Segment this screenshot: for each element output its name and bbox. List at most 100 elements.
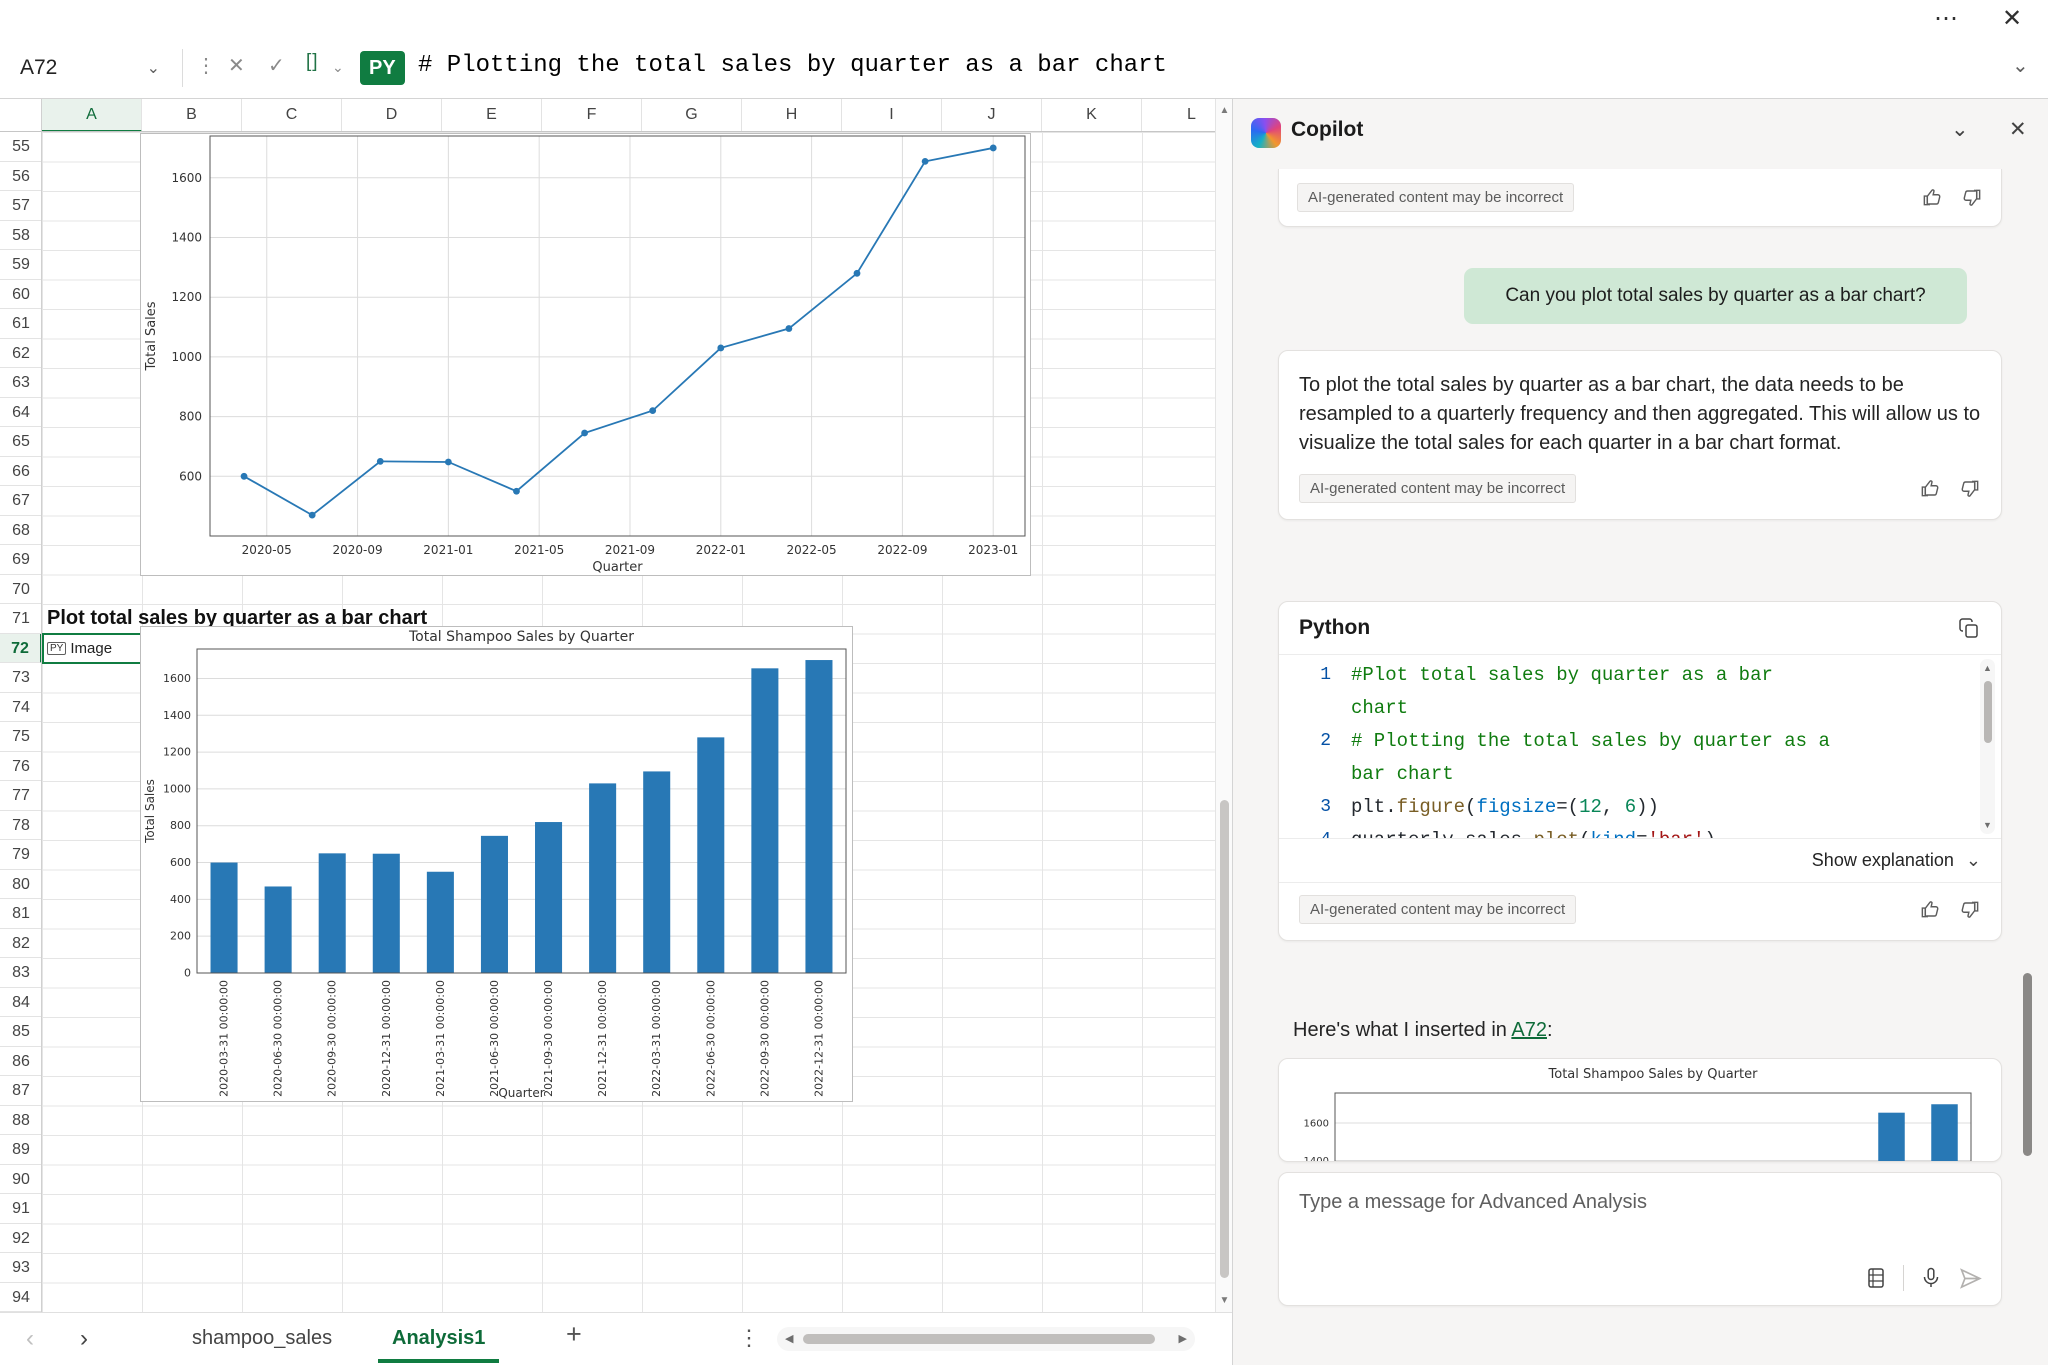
- row-header[interactable]: 56: [0, 162, 42, 192]
- code-viewport[interactable]: 1#Plot total sales by quarter as a bar c…: [1279, 655, 2001, 838]
- row-header[interactable]: 71: [0, 604, 42, 634]
- row-header[interactable]: 61: [0, 309, 42, 339]
- sheet-nav-left-icon[interactable]: ‹: [26, 1325, 34, 1353]
- select-all-corner[interactable]: [0, 99, 42, 132]
- thumbs-up-icon[interactable]: [1919, 898, 1942, 921]
- row-header[interactable]: 90: [0, 1165, 42, 1195]
- window-close-icon[interactable]: ✕: [2002, 4, 2022, 33]
- python-object-icon[interactable]: []: [306, 51, 319, 73]
- commit-icon[interactable]: ✓: [268, 53, 285, 78]
- embedded-line-chart[interactable]: 60080010001200140016002020-052020-092021…: [140, 133, 1031, 576]
- row-header[interactable]: 69: [0, 545, 42, 575]
- chevron-down-icon[interactable]: ⌄: [332, 59, 344, 76]
- row-header[interactable]: 81: [0, 899, 42, 929]
- column-header[interactable]: I: [842, 99, 942, 132]
- formula-bar-expand-icon[interactable]: ⌄: [2012, 53, 2029, 78]
- row-header[interactable]: 78: [0, 811, 42, 841]
- embedded-bar-chart[interactable]: 020040060080010001200140016002020-03-31 …: [140, 626, 853, 1102]
- panel-scroll-thumb[interactable]: [2023, 973, 2032, 1156]
- row-header[interactable]: 73: [0, 663, 42, 693]
- scroll-down-icon[interactable]: ▼: [1216, 1295, 1233, 1306]
- row-header[interactable]: 94: [0, 1283, 42, 1313]
- column-header[interactable]: D: [342, 99, 442, 132]
- window-more-icon[interactable]: ⋯: [1934, 4, 1958, 33]
- row-header[interactable]: 62: [0, 339, 42, 369]
- chevron-down-icon[interactable]: ⌄: [147, 58, 160, 78]
- thumbs-up-icon[interactable]: [1921, 186, 1944, 209]
- column-header[interactable]: E: [442, 99, 542, 132]
- row-header[interactable]: 66: [0, 457, 42, 487]
- thumbs-up-icon[interactable]: [1919, 477, 1942, 500]
- row-header[interactable]: 65: [0, 427, 42, 457]
- row-header[interactable]: 89: [0, 1135, 42, 1165]
- close-panel-icon[interactable]: ✕: [2009, 117, 2027, 142]
- column-header[interactable]: C: [242, 99, 342, 132]
- row-header[interactable]: 75: [0, 722, 42, 752]
- row-header[interactable]: 59: [0, 250, 42, 280]
- row-header[interactable]: 76: [0, 752, 42, 782]
- thumbs-down-icon[interactable]: [1958, 898, 1981, 921]
- sheet-vertical-scrollbar[interactable]: ▲ ▼: [1215, 99, 1232, 1312]
- column-header[interactable]: J: [942, 99, 1042, 132]
- row-header[interactable]: 64: [0, 398, 42, 428]
- thumbs-down-icon[interactable]: [1958, 477, 1981, 500]
- row-header[interactable]: 84: [0, 988, 42, 1018]
- sheet-options-kebab-icon[interactable]: ⋮: [738, 1325, 760, 1351]
- scroll-right-icon[interactable]: ▶: [1179, 1332, 1187, 1345]
- row-header[interactable]: 67: [0, 486, 42, 516]
- row-header[interactable]: 92: [0, 1224, 42, 1254]
- copy-code-icon[interactable]: [1957, 616, 1981, 640]
- scroll-up-icon[interactable]: ▲: [1980, 663, 1995, 673]
- row-header[interactable]: 80: [0, 870, 42, 900]
- formula-input[interactable]: # Plotting the total sales by quarter as…: [418, 52, 1167, 79]
- row-header[interactable]: 93: [0, 1253, 42, 1283]
- row-header[interactable]: 57: [0, 191, 42, 221]
- row-header[interactable]: 58: [0, 221, 42, 251]
- horizontal-scrollbar[interactable]: ◀ ▶: [777, 1327, 1195, 1351]
- inserted-cell-link[interactable]: A72: [1511, 1019, 1547, 1041]
- row-header[interactable]: 60: [0, 280, 42, 310]
- collapse-panel-icon[interactable]: ⌄: [1951, 117, 1969, 142]
- row-header[interactable]: 85: [0, 1017, 42, 1047]
- row-header[interactable]: 79: [0, 840, 42, 870]
- name-box[interactable]: A72 ⌄: [10, 47, 170, 89]
- column-header[interactable]: A: [42, 99, 142, 132]
- horizontal-scroll-thumb[interactable]: [803, 1334, 1155, 1344]
- column-header[interactable]: G: [642, 99, 742, 132]
- sheet-nav-right-icon[interactable]: ›: [80, 1325, 88, 1353]
- scroll-down-icon[interactable]: ▼: [1980, 820, 1995, 830]
- column-header[interactable]: B: [142, 99, 242, 132]
- row-header[interactable]: 87: [0, 1076, 42, 1106]
- scroll-left-icon[interactable]: ◀: [785, 1332, 793, 1345]
- column-header[interactable]: K: [1042, 99, 1142, 132]
- row-header[interactable]: 55: [0, 132, 42, 162]
- microphone-icon[interactable]: [1919, 1266, 1943, 1290]
- row-header[interactable]: 77: [0, 781, 42, 811]
- inserted-chart-preview-card[interactable]: 020040060080010001200140016002020-03-31 …: [1278, 1058, 2002, 1162]
- column-header[interactable]: H: [742, 99, 842, 132]
- row-header[interactable]: 82: [0, 929, 42, 959]
- column-header[interactable]: F: [542, 99, 642, 132]
- sheet-tab-shampoo-sales[interactable]: shampoo_sales: [178, 1313, 346, 1363]
- row-header[interactable]: 68: [0, 516, 42, 546]
- row-header[interactable]: 63: [0, 368, 42, 398]
- row-header[interactable]: 72: [0, 634, 42, 664]
- code-scrollbar[interactable]: ▲ ▼: [1980, 659, 1995, 834]
- thumbs-down-icon[interactable]: [1960, 186, 1983, 209]
- workbook-context-icon[interactable]: [1864, 1266, 1888, 1290]
- show-explanation-button[interactable]: Show explanation ⌄: [1279, 839, 2001, 882]
- scroll-up-icon[interactable]: ▲: [1216, 105, 1233, 116]
- sheet-tab-analysis1[interactable]: Analysis1: [378, 1313, 499, 1363]
- row-header[interactable]: 91: [0, 1194, 42, 1224]
- row-header[interactable]: 86: [0, 1047, 42, 1077]
- vertical-scroll-thumb[interactable]: [1220, 800, 1229, 1278]
- send-icon[interactable]: [1958, 1266, 1983, 1291]
- row-header[interactable]: 74: [0, 693, 42, 723]
- kebab-icon[interactable]: ⋮: [196, 53, 216, 78]
- row-header[interactable]: 83: [0, 958, 42, 988]
- column-header[interactable]: L: [1142, 99, 1215, 132]
- cancel-icon[interactable]: ✕: [228, 53, 245, 78]
- code-scroll-thumb[interactable]: [1984, 681, 1992, 743]
- copilot-message-input[interactable]: [1299, 1191, 1979, 1214]
- row-header[interactable]: 88: [0, 1106, 42, 1136]
